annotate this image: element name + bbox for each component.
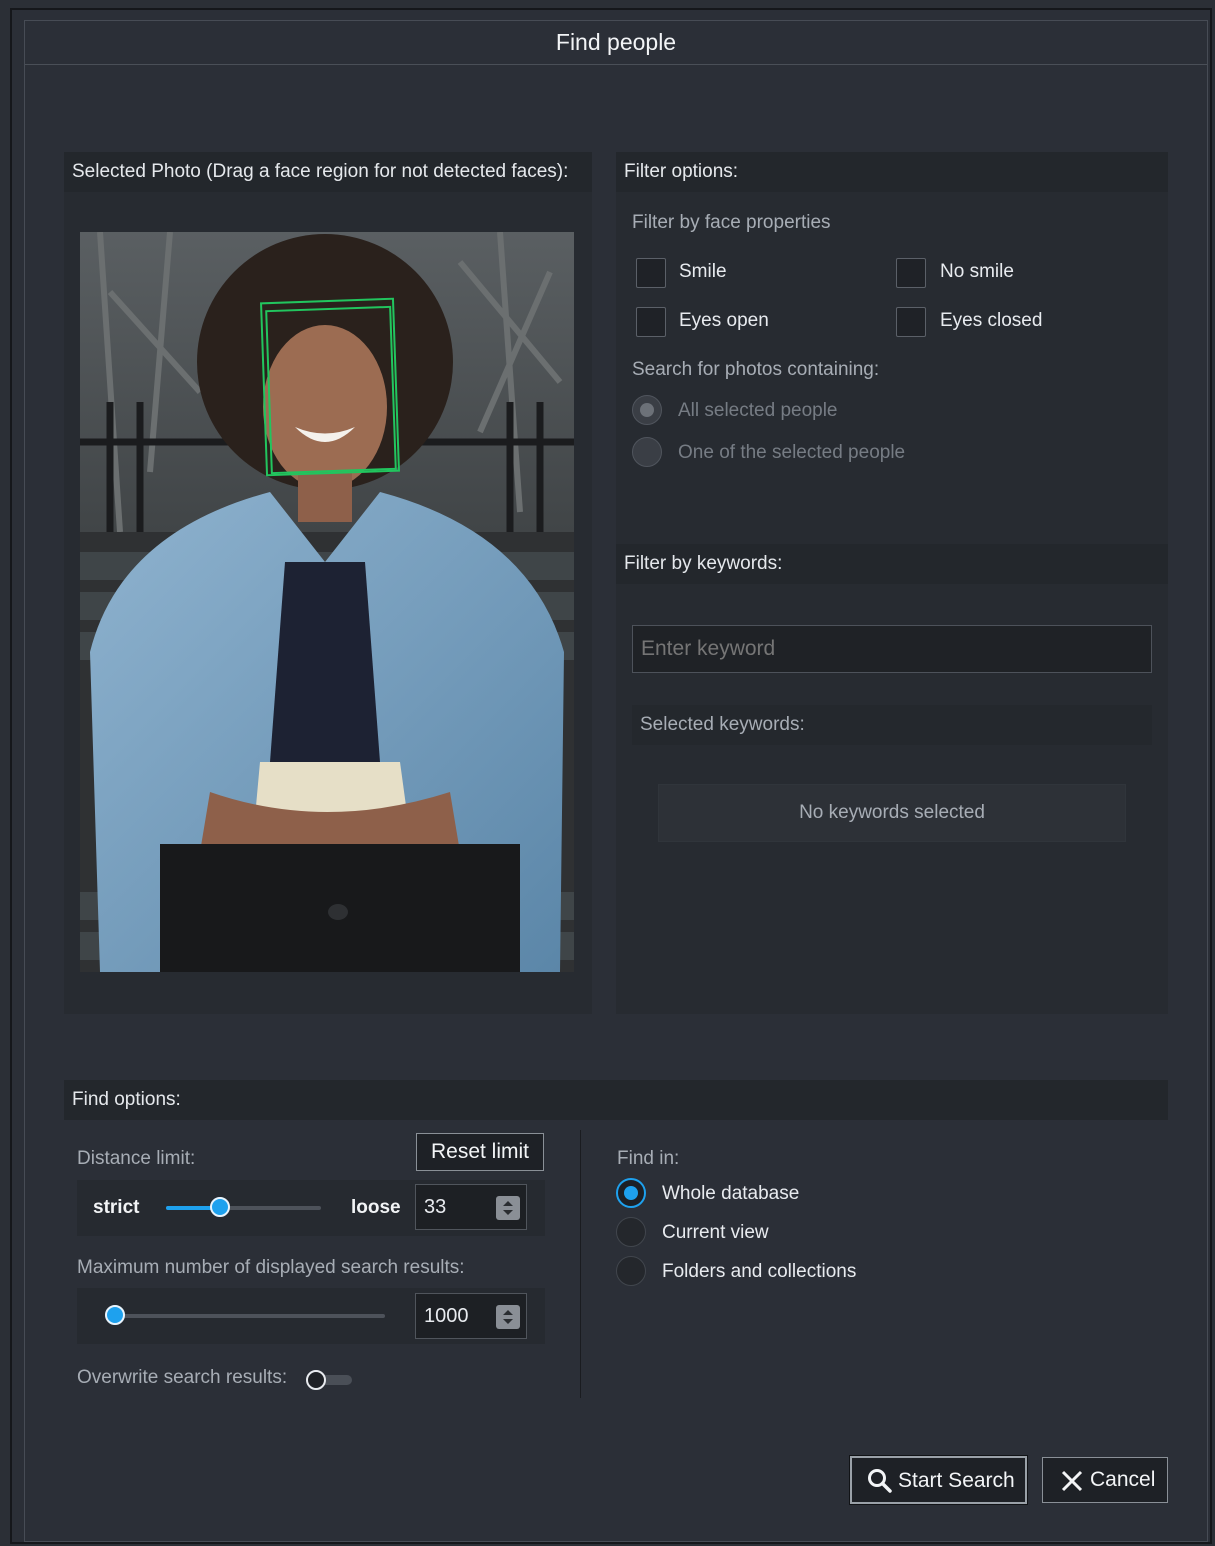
start-search-label: Start Search — [898, 1469, 1015, 1492]
max-results-slider-handle[interactable] — [105, 1305, 125, 1325]
containing-label: Search for photos containing: — [632, 359, 880, 380]
current-view-radio[interactable] — [616, 1217, 646, 1247]
all-people-radio[interactable] — [632, 395, 662, 425]
spin-arrows-glyph — [503, 1310, 513, 1324]
one-person-radio[interactable] — [632, 437, 662, 467]
face-detection-box-inner — [265, 305, 397, 475]
selected-keywords-label: Selected keywords: — [640, 714, 805, 735]
start-search-button[interactable]: Start Search — [850, 1456, 1027, 1504]
keywords-empty-text: No keywords selected — [799, 802, 985, 823]
whole-database-radio[interactable] — [616, 1178, 646, 1208]
loose-label: loose — [351, 1197, 401, 1218]
distance-spin-arrows-icon[interactable] — [496, 1196, 520, 1220]
dialog-title: Find people — [25, 21, 1207, 65]
keywords-panel-header: Filter by keywords: — [616, 544, 1168, 584]
eyes-open-label: Eyes open — [679, 310, 769, 331]
overwrite-toggle[interactable] — [306, 1370, 352, 1390]
strict-label: strict — [93, 1197, 140, 1218]
keyword-input[interactable] — [632, 625, 1152, 673]
folders-collections-label: Folders and collections — [662, 1261, 857, 1282]
all-people-label: All selected people — [678, 400, 838, 421]
folders-collections-radio[interactable] — [616, 1256, 646, 1286]
filter-panel-header: Filter options: — [616, 152, 1168, 192]
selected-photo[interactable] — [80, 232, 574, 972]
whole-database-label: Whole database — [662, 1183, 800, 1204]
max-results-value: 1000 — [424, 1305, 469, 1327]
find-in-label: Find in: — [617, 1148, 680, 1169]
eyes-closed-label: Eyes closed — [940, 310, 1043, 331]
max-results-slider[interactable] — [105, 1305, 385, 1326]
distance-limit-label: Distance limit: — [77, 1148, 196, 1169]
find-options-divider — [580, 1130, 581, 1398]
reset-limit-button[interactable]: Reset limit — [416, 1133, 544, 1171]
overwrite-toggle-handle — [306, 1370, 326, 1390]
close-icon — [1061, 1470, 1083, 1492]
cancel-label: Cancel — [1090, 1468, 1156, 1491]
distance-slider-handle[interactable] — [210, 1197, 231, 1217]
overwrite-label: Overwrite search results: — [77, 1367, 288, 1388]
face-props-label: Filter by face properties — [632, 212, 831, 233]
smile-checkbox[interactable] — [636, 258, 666, 288]
distance-slider[interactable] — [166, 1197, 321, 1218]
max-results-label: Maximum number of displayed search resul… — [77, 1257, 465, 1278]
cancel-button[interactable]: Cancel — [1042, 1457, 1168, 1503]
no-smile-label: No smile — [940, 261, 1014, 282]
find-options-header: Find options: — [64, 1080, 1168, 1120]
current-view-label: Current view — [662, 1222, 769, 1243]
spin-arrows-glyph — [503, 1201, 513, 1215]
distance-value: 33 — [424, 1196, 447, 1218]
max-results-slider-track — [105, 1314, 385, 1318]
max-results-spin-arrows-icon[interactable] — [496, 1305, 520, 1329]
one-person-label: One of the selected people — [678, 442, 906, 463]
search-icon — [868, 1469, 892, 1493]
no-smile-checkbox[interactable] — [896, 258, 926, 288]
eyes-closed-checkbox[interactable] — [896, 307, 926, 337]
photo-panel-header: Selected Photo (Drag a face region for n… — [64, 152, 592, 192]
eyes-open-checkbox[interactable] — [636, 307, 666, 337]
smile-label: Smile — [679, 261, 727, 282]
